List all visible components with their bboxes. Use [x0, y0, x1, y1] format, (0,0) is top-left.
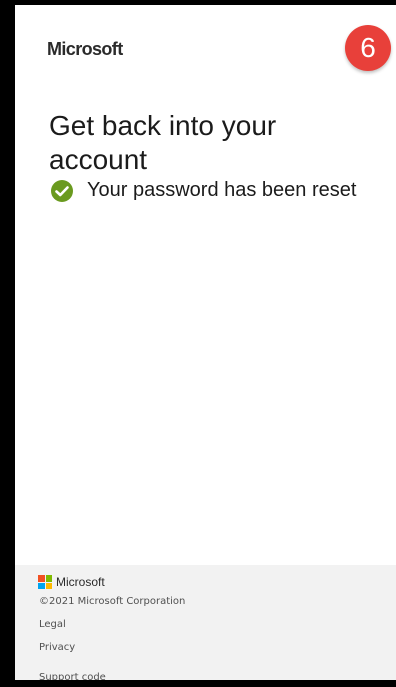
check-circle-icon [51, 179, 73, 202]
footer-brand-name: Microsoft [56, 575, 105, 589]
status-text: Your password has been reset [87, 179, 357, 201]
page-screen: Microsoft 6 Get back into your account Y… [15, 5, 396, 680]
microsoft-logo-icon [38, 575, 52, 589]
status-message: Your password has been reset [51, 179, 356, 202]
microsoft-brand-header: Microsoft [47, 39, 123, 59]
legal-link[interactable]: Legal [39, 619, 66, 630]
footer-logo: Microsoft [38, 575, 105, 589]
page-title: Get back into your account [49, 110, 277, 175]
device-frame: Microsoft 6 Get back into your account Y… [0, 0, 396, 687]
step-number-badge: 6 [345, 25, 391, 71]
privacy-link[interactable]: Privacy [39, 642, 75, 653]
footer: Microsoft ©2021 Microsoft Corporation Le… [15, 565, 396, 680]
copyright-text: ©2021 Microsoft Corporation [39, 596, 186, 607]
support-code-link[interactable]: Support code [39, 672, 106, 680]
